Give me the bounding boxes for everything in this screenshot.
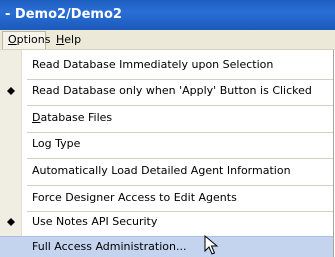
menu-item-label-rest: atabase Files [40,111,113,124]
menu-options-accel: O [8,33,17,46]
menu-item-label: Read Database only when 'Apply' Button i… [32,84,312,97]
menu-separator [27,105,333,106]
menu-bar: Options Help [0,30,335,50]
menu-item-label: Full Access Administration... [32,240,187,253]
mouse-pointer-icon [204,235,219,255]
menu-item-read-on-apply[interactable]: Read Database only when 'Apply' Button i… [0,80,333,102]
menu-help-label: elp [64,33,82,46]
screen: - Demo2/Demo2 Options Help Read Database… [0,0,335,257]
menu-item-force-designer-access[interactable]: Force Designer Access to Edit Agents [0,187,333,209]
menu-item-label: Read Database Immediately upon Selection [32,58,274,71]
menu-options[interactable]: Options [2,31,50,49]
menu-item-label: Automatically Load Detailed Agent Inform… [32,164,291,177]
window-title-bar[interactable]: - Demo2/Demo2 [0,0,335,30]
menu-separator [27,158,333,159]
window-title: - Demo2/Demo2 [5,7,122,22]
bullet-diamond-icon [7,87,15,95]
menu-item-highlight [0,237,22,257]
menu-separator [27,185,333,186]
menu-item-label: Use Notes API Security [32,215,158,228]
menu-help[interactable]: Help [51,31,86,49]
menu-item-database-files[interactable]: Database Files [0,107,333,129]
options-dropdown-menu: Read Database Immediately upon Selection… [0,50,334,257]
menu-item-auto-load-agent-info[interactable]: Automatically Load Detailed Agent Inform… [0,160,333,182]
menu-item-read-immediately[interactable]: Read Database Immediately upon Selection [0,54,333,76]
menu-item-label: Database Files [32,107,112,129]
bullet-diamond-icon [7,218,15,226]
menu-item-log-type[interactable]: Log Type [0,133,333,155]
menu-item-label: Log Type [32,137,81,150]
menu-item-full-access-admin[interactable]: Full Access Administration... [0,236,333,257]
menu-item-use-notes-api-security[interactable]: Use Notes API Security [0,211,333,233]
menu-options-label: ptions [16,33,51,46]
menu-item-label: Force Designer Access to Edit Agents [32,191,237,204]
